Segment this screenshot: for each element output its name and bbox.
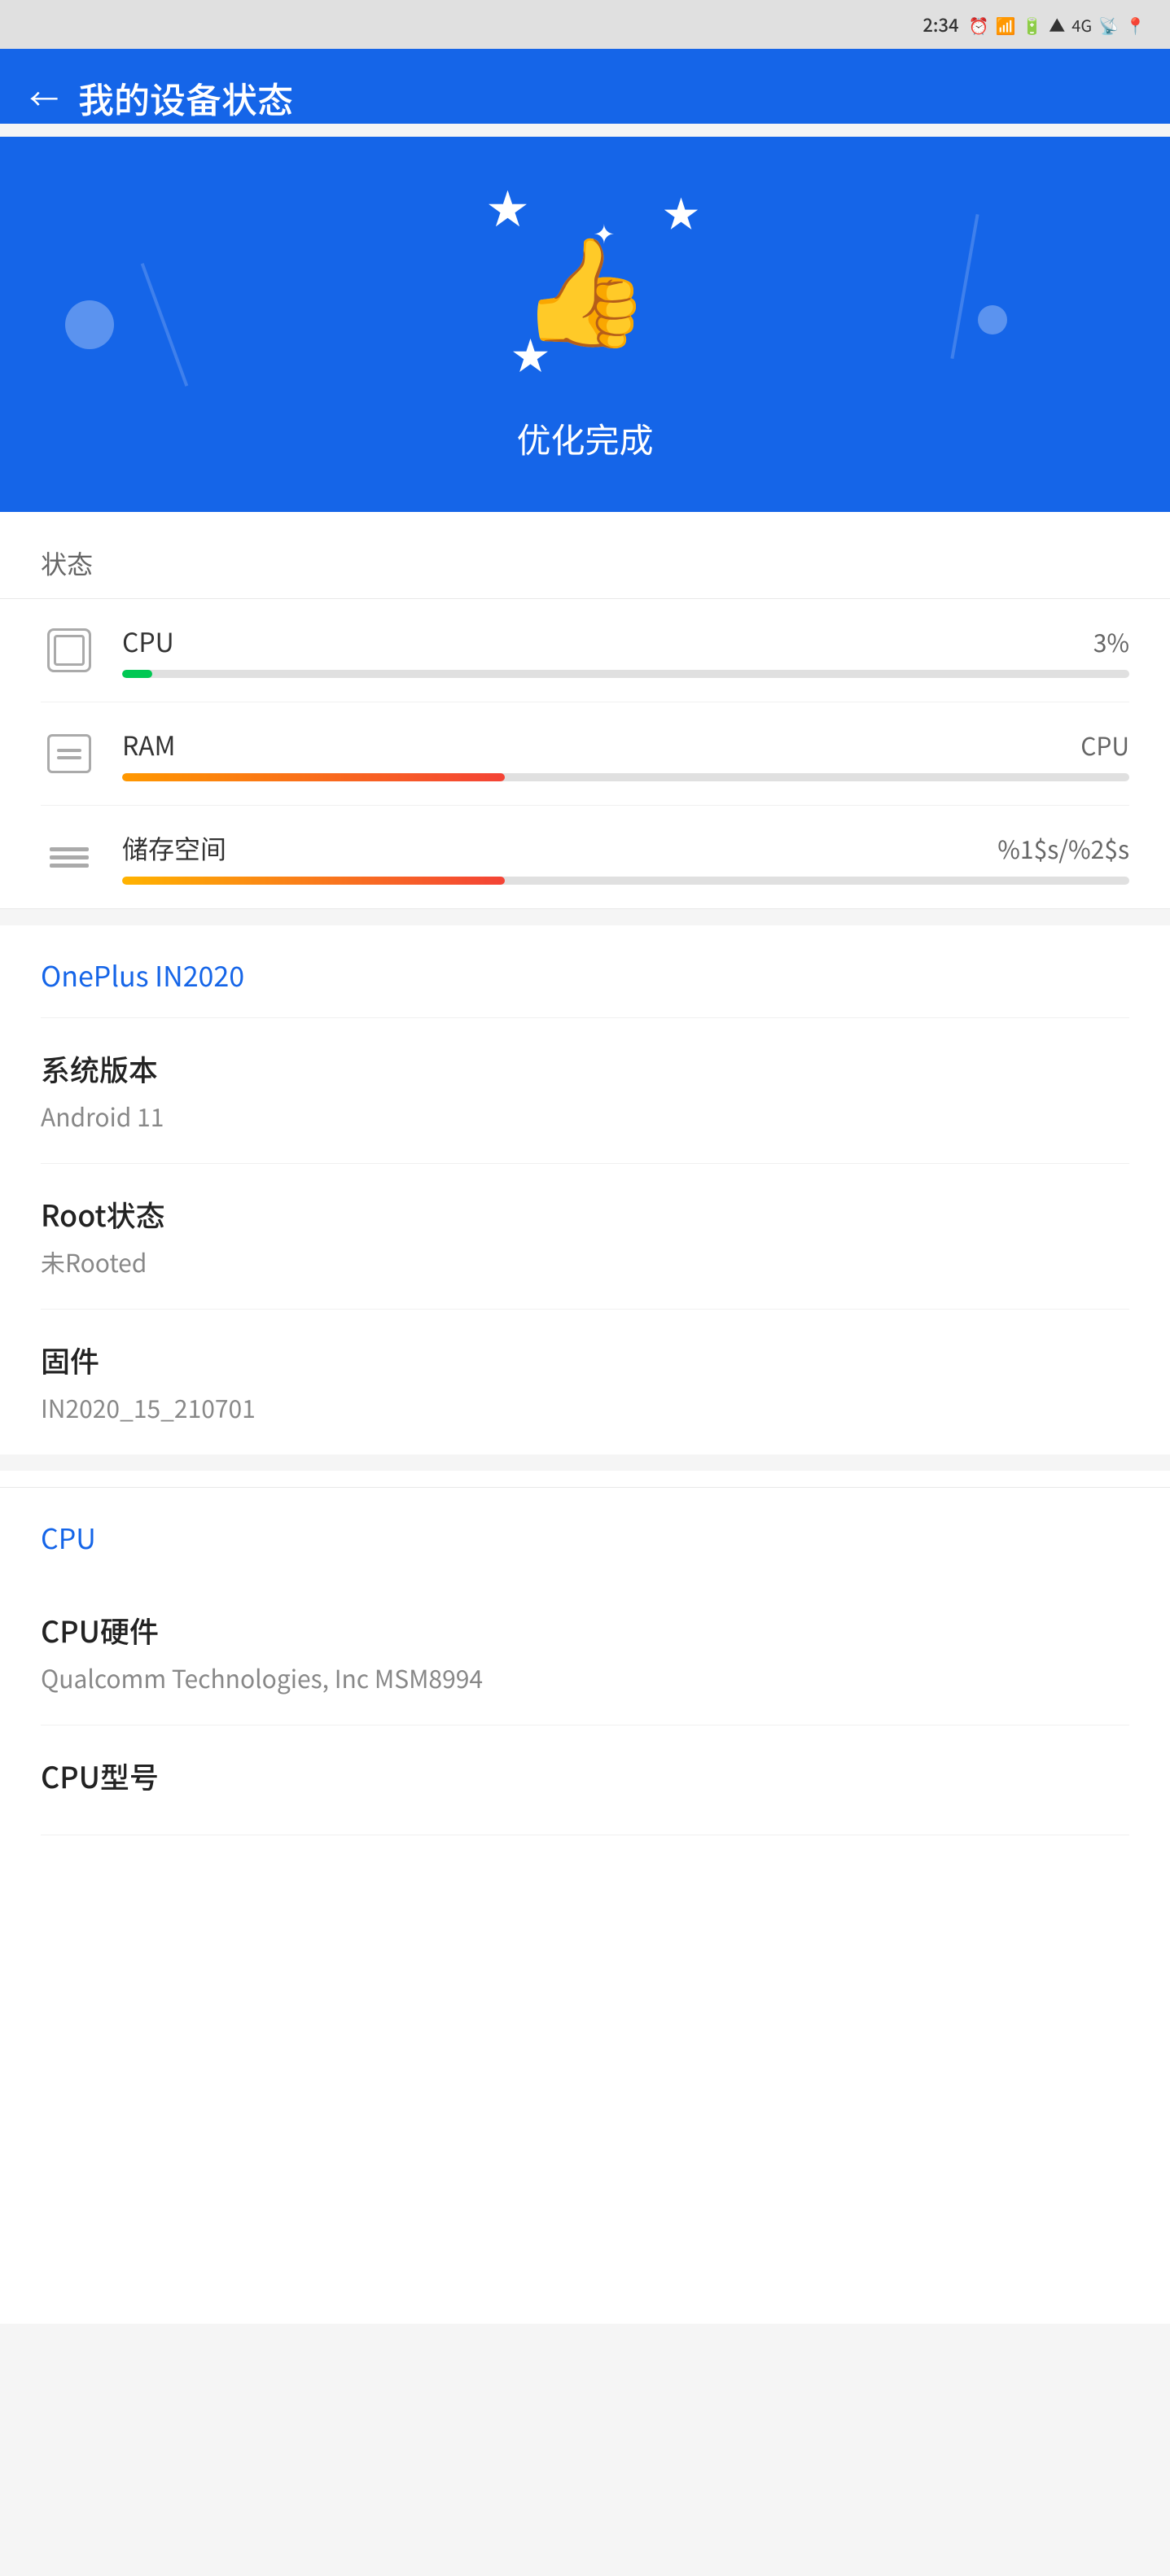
thumbs-up-icon: 👍 bbox=[519, 207, 651, 360]
cpu-value: 3% bbox=[1093, 623, 1129, 659]
hero-line-right bbox=[950, 214, 979, 359]
ram-value: CPU bbox=[1080, 727, 1129, 763]
status-items-list: CPU 3% RAM CP bbox=[0, 599, 1170, 909]
cpu-icon-container bbox=[41, 622, 98, 679]
storage-progress-bg bbox=[122, 877, 1129, 885]
cpu-item-header: CPU 3% bbox=[122, 623, 1129, 660]
back-button[interactable]: ← bbox=[29, 77, 59, 119]
alarm-icon: ⏰ bbox=[969, 13, 989, 37]
cpu-progress-fill bbox=[122, 670, 152, 678]
hero-completion-text: 优化完成 bbox=[516, 413, 653, 463]
ram-icon bbox=[47, 734, 91, 773]
status-bar: 2:34 ⏰ 📶 🔋 ▲ 4G 📡 📍 bbox=[0, 0, 1170, 49]
root-status-label: Root状态 bbox=[41, 1193, 1129, 1236]
hero-circle-left bbox=[65, 300, 114, 349]
storage-progress-fill bbox=[122, 877, 505, 885]
info-item-firmware: 固件 IN2020_15_210701 bbox=[41, 1310, 1129, 1454]
signal-4g-icon: 4G bbox=[1071, 13, 1092, 37]
header: ← 我的设备状态 bbox=[0, 49, 1170, 124]
hero-line-left bbox=[141, 263, 188, 387]
cpu-item-content: CPU 3% bbox=[122, 623, 1129, 678]
battery-saver-icon: 🔋 bbox=[1022, 13, 1042, 37]
storage-item-content: 储存空间 %1$s/%2$s bbox=[122, 829, 1129, 885]
page-bottom-spacer bbox=[41, 1835, 1129, 2324]
page-title: 我的设备状态 bbox=[78, 72, 293, 124]
info-item-cpu-hardware: CPU硬件 Qualcomm Technologies, Inc MSM8994 bbox=[41, 1580, 1129, 1725]
storage-icon-container bbox=[41, 829, 98, 886]
status-item-ram: RAM CPU bbox=[41, 702, 1129, 806]
cpu-section-title: CPU bbox=[41, 1488, 1129, 1580]
ram-progress-bg bbox=[122, 773, 1129, 781]
cpu-label: CPU bbox=[122, 623, 174, 660]
device-section: OnePlus IN2020 系统版本 Android 11 Root状态 未R… bbox=[0, 925, 1170, 1454]
main-content: 状态 CPU 3% bbox=[0, 512, 1170, 2324]
device-section-title: OnePlus IN2020 bbox=[41, 925, 1129, 1018]
firmware-value: IN2020_15_210701 bbox=[41, 1389, 1129, 1425]
hero-circle-right bbox=[978, 305, 1007, 335]
cpu-hardware-value: Qualcomm Technologies, Inc MSM8994 bbox=[41, 1660, 1129, 1695]
ram-item-header: RAM CPU bbox=[122, 726, 1129, 763]
info-item-root-status: Root状态 未Rooted bbox=[41, 1164, 1129, 1310]
firmware-label: 固件 bbox=[41, 1339, 1129, 1381]
storage-icon bbox=[50, 847, 89, 868]
info-item-system-version: 系统版本 Android 11 bbox=[41, 1018, 1129, 1164]
section-divider-2 bbox=[0, 1454, 1170, 1471]
section-divider-1 bbox=[0, 909, 1170, 925]
ram-progress-fill bbox=[122, 773, 505, 781]
hero-section: ★ ★ ✦ 👍 ★ 优化完成 bbox=[0, 137, 1170, 512]
cpu-icon bbox=[47, 628, 91, 672]
header-top: ← 我的设备状态 bbox=[29, 72, 1141, 124]
status-item-storage: 储存空间 %1$s/%2$s bbox=[41, 806, 1129, 908]
storage-item-header: 储存空间 %1$s/%2$s bbox=[122, 829, 1129, 867]
cpu-model-label: CPU型号 bbox=[41, 1755, 1129, 1797]
sim-icon: 📶 bbox=[995, 13, 1015, 37]
cpu-progress-bg bbox=[122, 670, 1129, 678]
wifi-icon: ▲ bbox=[1049, 13, 1065, 37]
info-item-cpu-model: CPU型号 bbox=[41, 1725, 1129, 1835]
root-status-value: 未Rooted bbox=[41, 1244, 1129, 1279]
cpu-hardware-label: CPU硬件 bbox=[41, 1609, 1129, 1651]
section-header-status: 状态 bbox=[0, 512, 1170, 599]
ram-icon-container bbox=[41, 725, 98, 782]
system-version-label: 系统版本 bbox=[41, 1047, 1129, 1090]
status-icons: ⏰ 📶 🔋 ▲ 4G 📡 📍 bbox=[969, 13, 1146, 37]
system-version-value: Android 11 bbox=[41, 1098, 1129, 1134]
signal-icon: 📡 bbox=[1098, 13, 1119, 37]
star-icon-2: ★ bbox=[664, 186, 699, 238]
storage-label: 储存空间 bbox=[122, 829, 226, 867]
cpu-section: CPU CPU硬件 Qualcomm Technologies, Inc MSM… bbox=[0, 1487, 1170, 2324]
ram-item-content: RAM CPU bbox=[122, 726, 1129, 781]
status-item-cpu: CPU 3% bbox=[41, 599, 1129, 702]
location-icon: 📍 bbox=[1125, 13, 1146, 37]
ram-label: RAM bbox=[122, 726, 176, 763]
status-bar-time: 2:34 bbox=[922, 11, 958, 37]
storage-value: %1$s/%2$s bbox=[997, 830, 1129, 866]
hero-illustration: ★ ★ ✦ 👍 ★ bbox=[463, 169, 708, 397]
